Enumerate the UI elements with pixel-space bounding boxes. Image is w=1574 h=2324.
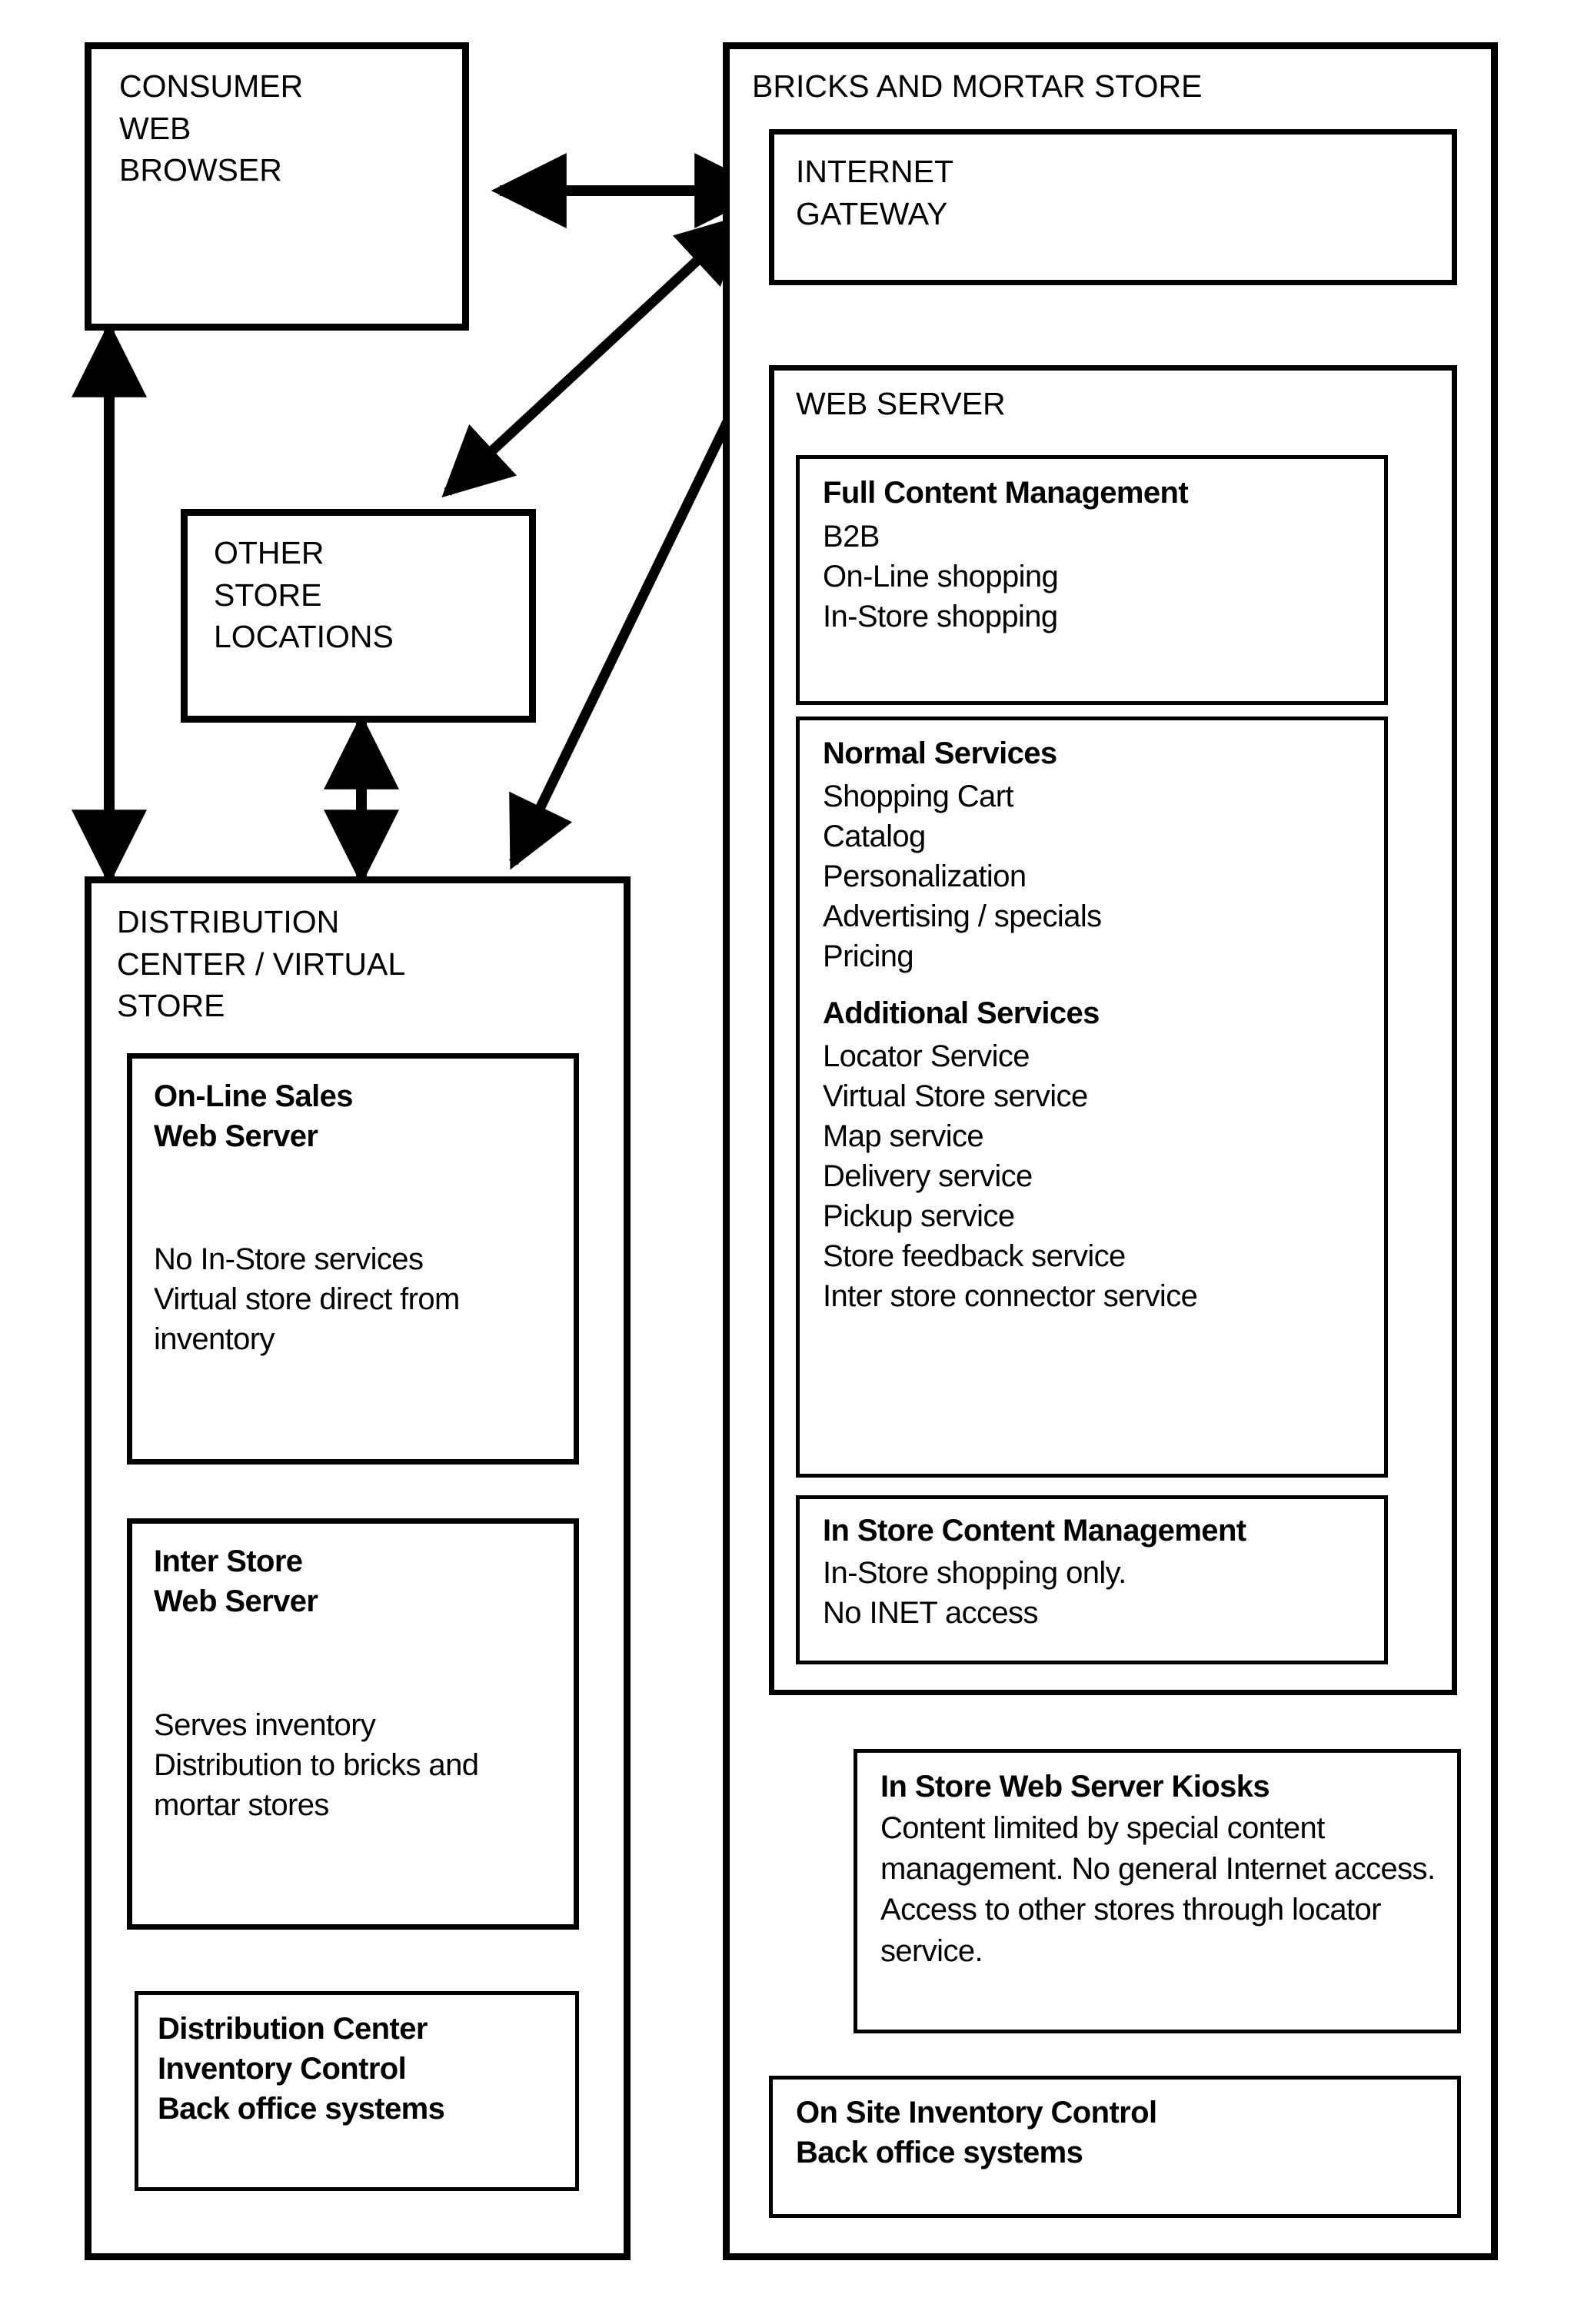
consumer-line-1: CONSUMER: [119, 68, 304, 104]
normal-item-2: Personalization: [823, 859, 1027, 893]
additional-item-1: Virtual Store service: [823, 1079, 1088, 1113]
other-stores-line-1: OTHER: [214, 535, 324, 570]
online-sales-heading-line-2: Web Server: [154, 1119, 318, 1153]
consumer-web-browser-label: CONSUMER WEB BROWSER: [119, 65, 450, 191]
additional-services-heading: Additional Services: [823, 996, 1100, 1030]
additional-item-3: Delivery service: [823, 1159, 1033, 1193]
inter-store-heading: Inter Store Web Server: [154, 1541, 569, 1621]
iscm-line-2: No INET access: [823, 1596, 1038, 1630]
dc-inventory-line-2: Inventory Control: [158, 2052, 407, 2086]
normal-services-items: Shopping Cart Catalog Personalization Adver…: [823, 776, 1384, 976]
distribution-line-2: CENTER / VIRTUAL: [117, 946, 406, 982]
distribution-center-label: DISTRIBUTION CENTER / VIRTUAL STORE: [117, 901, 624, 1027]
normal-item-3: Advertising / specials: [823, 899, 1102, 933]
gateway-line-2: GATEWAY: [796, 195, 948, 231]
inter-store-body-line-1: Serves inventory: [154, 1708, 376, 1742]
onsite-inventory-line-2: Back office systems: [796, 2136, 1083, 2169]
gateway-line-1: INTERNET: [796, 154, 953, 189]
other-stores-line-3: LOCATIONS: [214, 619, 394, 655]
full-content-management-heading: Full Content Management: [823, 476, 1189, 510]
other-stores-line-2: STORE: [214, 577, 322, 613]
online-sales-body-line-3: inventory: [154, 1322, 275, 1356]
additional-item-5: Store feedback service: [823, 1239, 1126, 1273]
distribution-inventory-control-label: Distribution Center Inventory Control Back…: [158, 2009, 577, 2129]
in-store-content-management-heading: In Store Content Management: [823, 1514, 1246, 1548]
fcm-item-0: B2B: [823, 520, 880, 554]
online-sales-body-line-1: No In-Store services: [154, 1242, 424, 1276]
consumer-line-2: WEB: [119, 110, 191, 146]
diagram-canvas: Internet Gateway (horizontal double arro…: [0, 0, 1574, 2324]
kiosks-body: Content limited by special content manag…: [880, 1811, 1436, 1968]
additional-services-items: Locator Service Virtual Store service Map …: [823, 1036, 1384, 1316]
dc-inventory-line-3: Back office systems: [158, 2092, 445, 2126]
connector-gateway-otherstores: [441, 213, 748, 498]
normal-item-4: Pricing: [823, 939, 914, 973]
fcm-item-2: In-Store shopping: [823, 600, 1058, 633]
other-store-locations-label: OTHER STORE LOCATIONS: [214, 532, 529, 658]
fcm-item-1: On-Line shopping: [823, 560, 1059, 593]
inter-store-heading-line-2: Web Server: [154, 1584, 318, 1618]
normal-item-0: Shopping Cart: [823, 780, 1014, 813]
inter-store-body-line-2: Distribution to bricks and: [154, 1748, 479, 1782]
additional-item-2: Map service: [823, 1119, 984, 1153]
additional-item-4: Pickup service: [823, 1199, 1015, 1233]
inter-store-body-line-3: mortar stores: [154, 1788, 329, 1822]
normal-services-heading: Normal Services: [823, 736, 1057, 770]
online-sales-heading-line-1: On-Line Sales: [154, 1079, 354, 1113]
additional-item-6: Inter store connector service: [823, 1279, 1198, 1313]
inter-store-body: Serves inventory Distribution to bricks a…: [154, 1705, 573, 1825]
web-server-title: WEB SERVER: [796, 386, 1006, 421]
distribution-line-3: STORE: [117, 988, 225, 1024]
online-sales-heading: On-Line Sales Web Server: [154, 1076, 569, 1156]
online-sales-body-line-2: Virtual store direct from: [154, 1282, 460, 1316]
full-content-management-items: B2B On-Line shopping In-Store shopping: [823, 517, 1384, 637]
online-sales-body: No In-Store services Virtual store direct…: [154, 1239, 573, 1359]
in-store-content-management-body: In-Store shopping only. No INET access: [823, 1553, 1384, 1633]
dc-inventory-line-1: Distribution Center: [158, 2012, 428, 2046]
inter-store-heading-line-1: Inter Store: [154, 1544, 303, 1578]
normal-item-1: Catalog: [823, 820, 926, 853]
on-site-inventory-control-label: On Site Inventory Control Back office sys…: [796, 2093, 1457, 2173]
additional-item-0: Locator Service: [823, 1039, 1030, 1073]
iscm-line-1: In-Store shopping only.: [823, 1556, 1126, 1590]
kiosks-heading: In Store Web Server Kiosks: [880, 1770, 1270, 1804]
internet-gateway-label: INTERNET GATEWAY: [796, 151, 1426, 234]
consumer-line-3: BROWSER: [119, 152, 282, 188]
distribution-line-1: DISTRIBUTION: [117, 904, 340, 939]
bricks-and-mortar-store-title: BRICKS AND MORTAR STORE: [752, 68, 1203, 104]
onsite-inventory-line-1: On Site Inventory Control: [796, 2096, 1157, 2130]
